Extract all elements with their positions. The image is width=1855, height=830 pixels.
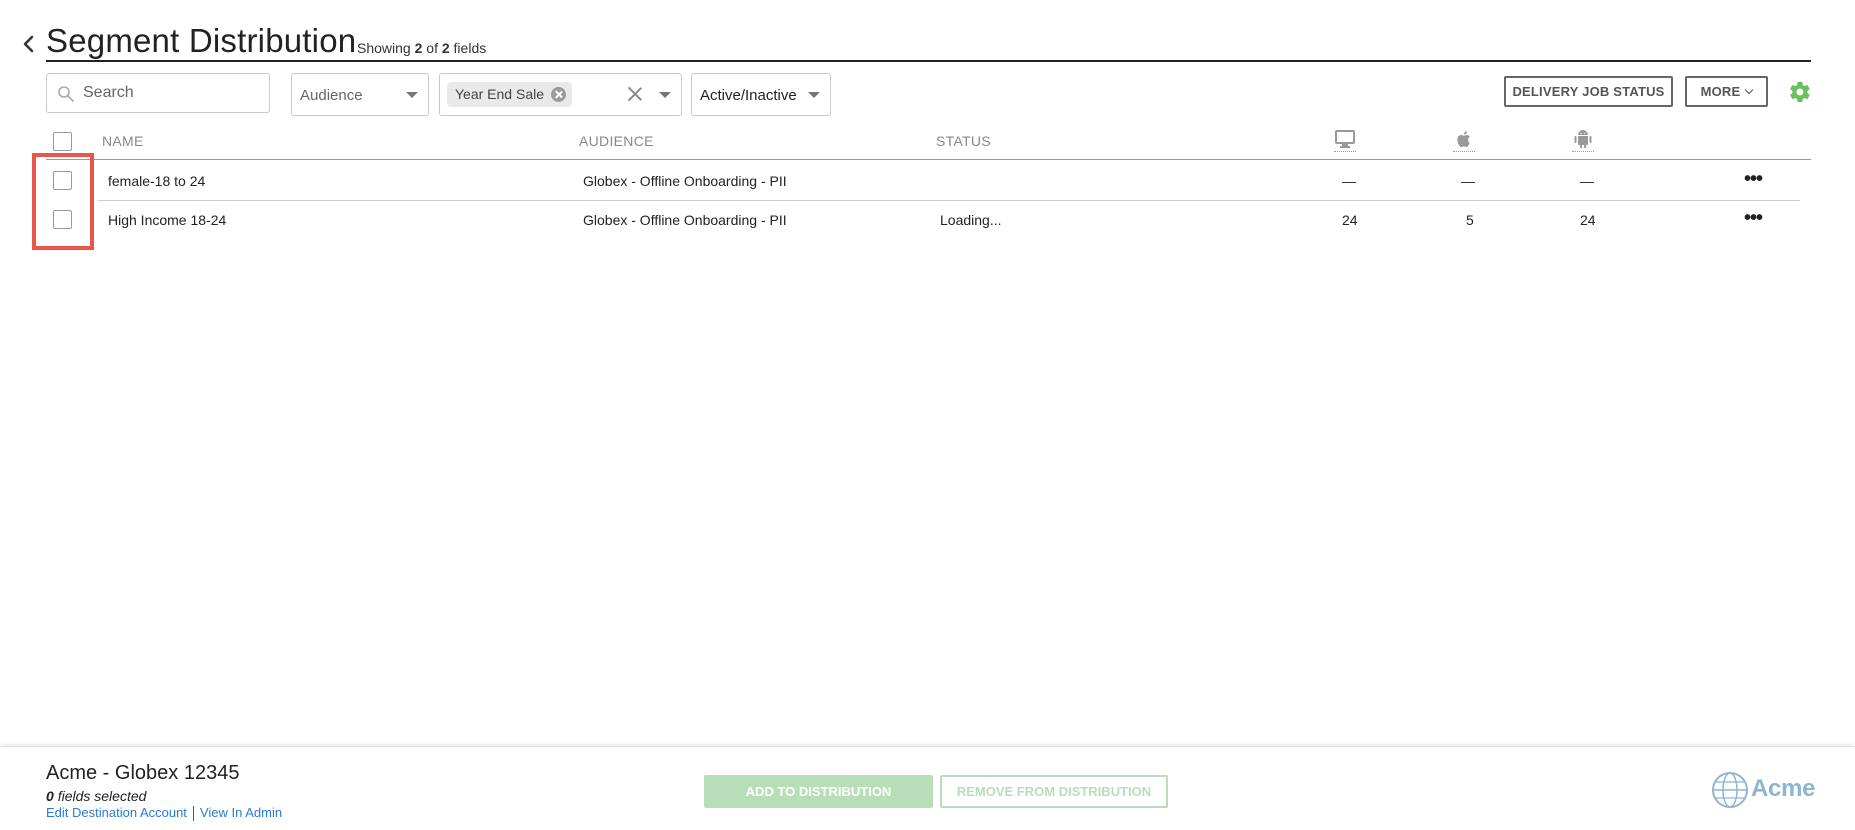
row-checkbox[interactable]	[53, 210, 72, 229]
campaign-filter-select[interactable]: Year End Sale	[439, 73, 682, 116]
row-android-count: —	[1580, 173, 1594, 189]
column-header-name[interactable]: NAME	[102, 133, 144, 149]
row-audience: Globex - Offline Onboarding - PII	[583, 173, 787, 189]
chevron-left-icon	[23, 35, 34, 53]
delivery-job-status-button[interactable]: DELIVERY JOB STATUS	[1504, 76, 1673, 107]
android-icon	[1572, 128, 1594, 152]
caret-down-icon	[406, 92, 418, 98]
search-box	[46, 73, 270, 113]
row-actions-menu-icon[interactable]: •••	[1744, 207, 1763, 230]
brand-logo: Acme	[1711, 771, 1816, 809]
row-checkbox[interactable]	[53, 171, 72, 190]
remove-chip-icon[interactable]	[551, 87, 566, 102]
campaign-filter-chip: Year End Sale	[447, 82, 572, 107]
gear-icon[interactable]	[1788, 80, 1812, 104]
status-filter-label: Active/Inactive	[700, 87, 797, 104]
fields-selected-count: 0 fields selected	[46, 788, 147, 804]
table-row[interactable]: High Income 18-24 Globex - Offline Onboa…	[46, 201, 1800, 240]
add-to-distribution-button[interactable]: ADD TO DISTRIBUTION	[704, 775, 933, 808]
column-header-audience[interactable]: AUDIENCE	[579, 133, 654, 149]
table-header-divider	[46, 159, 1811, 160]
row-ios-count: 5	[1466, 212, 1474, 228]
brand-name: Acme	[1751, 775, 1816, 802]
edit-destination-account-link[interactable]: Edit Destination Account	[46, 805, 187, 820]
clear-selection-icon[interactable]	[626, 85, 644, 103]
back-button[interactable]	[20, 30, 38, 58]
column-header-status[interactable]: STATUS	[936, 133, 991, 149]
caret-down-icon	[808, 92, 820, 98]
header-divider	[46, 60, 1811, 62]
remove-from-distribution-button[interactable]: REMOVE FROM DISTRIBUTION	[940, 775, 1168, 808]
search-icon	[58, 86, 74, 102]
showing-count: Showing 2 of 2 fields	[357, 40, 487, 56]
more-button-label: MORE	[1700, 84, 1741, 99]
desktop-icon	[1334, 128, 1356, 152]
campaign-chip-label: Year End Sale	[455, 86, 544, 102]
row-ios-count: —	[1461, 173, 1475, 189]
link-divider	[192, 806, 194, 822]
chevron-down-icon	[1745, 85, 1754, 95]
row-android-count: 24	[1580, 212, 1596, 228]
apple-icon	[1453, 128, 1475, 152]
footer-links: Edit Destination Account View In Admin	[46, 805, 282, 822]
row-actions-menu-icon[interactable]: •••	[1744, 168, 1763, 191]
view-in-admin-link[interactable]: View In Admin	[200, 805, 282, 820]
row-name[interactable]: High Income 18-24	[108, 212, 226, 228]
footer-bar: Acme - Globex 12345 0 fields selected Ed…	[0, 746, 1855, 830]
search-input[interactable]	[83, 80, 263, 106]
caret-down-icon	[659, 92, 671, 98]
row-desktop-count: 24	[1342, 212, 1358, 228]
more-button[interactable]: MORE	[1685, 76, 1768, 107]
status-filter-select[interactable]: Active/Inactive	[691, 73, 831, 116]
page-title: Segment Distribution	[46, 22, 357, 59]
row-audience: Globex - Offline Onboarding - PII	[583, 212, 787, 228]
row-desktop-count: —	[1342, 173, 1356, 189]
destination-account-name: Acme - Globex 12345	[46, 762, 240, 784]
globe-icon	[1712, 772, 1748, 808]
select-all-checkbox[interactable]	[53, 132, 72, 151]
row-name[interactable]: female-18 to 24	[108, 173, 205, 189]
audience-filter-label: Audience	[300, 87, 363, 104]
row-status: Loading...	[940, 212, 1002, 228]
audience-filter-select[interactable]: Audience	[291, 73, 429, 116]
table-row[interactable]: female-18 to 24 Globex - Offline Onboard…	[46, 162, 1800, 201]
